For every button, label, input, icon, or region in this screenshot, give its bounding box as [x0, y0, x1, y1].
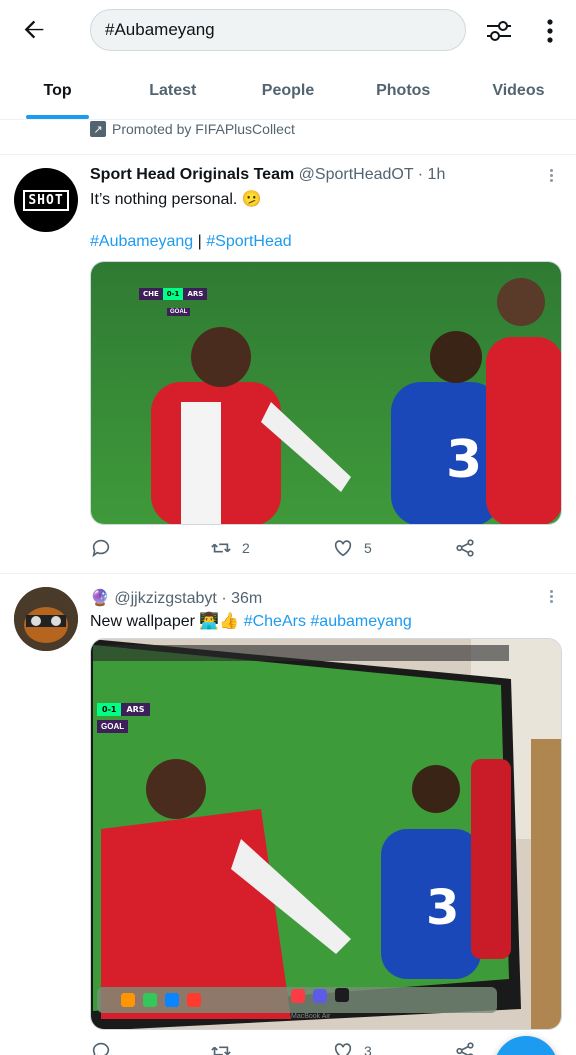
tweet-text-line: New wallpaper 👨‍💻👍 #CheArs #aubameyang: [90, 611, 412, 631]
promoted-arrow-icon: ↗: [90, 121, 106, 137]
tweet-actions: 3: [90, 1040, 490, 1055]
tweet-text: It’s nothing personal. 🫤: [90, 191, 262, 208]
promoted-label[interactable]: ↗ Promoted by FIFAPlusCollect: [90, 121, 295, 137]
tweet-media-image[interactable]: 3 0-1 ARS GOAL MacBook Air: [90, 638, 562, 1030]
avatar[interactable]: [14, 587, 78, 651]
comment-icon: [92, 539, 110, 558]
retweet-count: 2: [242, 540, 250, 556]
search-input[interactable]: #Aubameyang: [90, 9, 466, 51]
sliders-icon[interactable]: [484, 16, 514, 46]
tab-people[interactable]: People: [230, 64, 345, 119]
tab-latest[interactable]: Latest: [115, 64, 230, 119]
share-icon: [456, 539, 474, 557]
tweet-time: · 1h: [417, 166, 446, 183]
reply-button[interactable]: [90, 537, 112, 559]
like-button[interactable]: 3: [332, 1040, 372, 1055]
hashtag-separator: |: [197, 233, 202, 250]
goal-banner: GOAL: [97, 720, 129, 733]
hashtag-link[interactable]: #SportHead: [206, 233, 291, 250]
tweet-actions: 2 5: [90, 537, 490, 561]
tab-label: Latest: [149, 82, 197, 99]
retweet-button[interactable]: 2: [210, 537, 250, 559]
retweet-icon: [211, 543, 231, 553]
tab-label: Photos: [376, 82, 431, 99]
hashtag-link[interactable]: #aubameyang: [310, 613, 411, 630]
like-count: 3: [364, 1043, 372, 1055]
heart-icon: [334, 540, 352, 557]
author-handle[interactable]: @jjkzizgstabyt: [114, 590, 217, 607]
user-badge-icon: 🔮: [90, 590, 110, 607]
search-query: #Aubameyang: [105, 20, 215, 39]
tweet-hashtags: #Aubameyang | #SportHead: [90, 233, 292, 251]
tab-label: Top: [43, 82, 72, 99]
tab-top[interactable]: Top: [0, 64, 115, 119]
vertical-dots-icon[interactable]: [538, 16, 562, 46]
laptop-label: MacBook Air: [291, 1013, 331, 1020]
scoreboard: 0-1 ARS GOAL: [97, 703, 150, 734]
comment-icon: [92, 1042, 110, 1055]
tweet-more-icon[interactable]: [548, 588, 554, 606]
author-name[interactable]: Sport Head Originals Team: [90, 166, 294, 183]
avatar-logo-text: SHOT: [23, 189, 69, 211]
tweet-more-icon[interactable]: [548, 167, 554, 185]
promoted-text: Promoted by FIFAPlusCollect: [112, 121, 295, 137]
tab-videos[interactable]: Videos: [461, 64, 576, 119]
avatar[interactable]: SHOT: [14, 168, 78, 232]
like-button[interactable]: 5: [332, 537, 372, 559]
top-bar: #Aubameyang: [0, 0, 576, 62]
tab-photos[interactable]: Photos: [346, 64, 461, 119]
hashtag-link[interactable]: #Aubameyang: [90, 233, 193, 250]
score-value: 0-1: [162, 288, 184, 300]
back-arrow-icon[interactable]: [20, 16, 48, 44]
active-tab-indicator: [26, 115, 90, 119]
retweet-button[interactable]: [210, 1040, 232, 1055]
author-handle[interactable]: @SportHeadOT: [299, 166, 414, 183]
svg-text:3: 3: [426, 880, 459, 936]
tweet-time: · 36m: [221, 590, 263, 607]
svg-text:3: 3: [446, 430, 482, 490]
heart-icon: [334, 1043, 352, 1055]
score-home: CHE: [139, 288, 163, 300]
share-button[interactable]: [454, 537, 476, 559]
tweet-media-image[interactable]: 3 CHE 0-1 ARS GOAL: [90, 261, 562, 525]
tab-label: People: [261, 82, 315, 99]
tweet-card[interactable]: SHOT Sport Head Originals Team @SportHea…: [0, 155, 576, 573]
like-count: 5: [364, 540, 372, 556]
share-icon: [456, 1042, 474, 1055]
search-tabs: Top Latest People Photos Videos: [0, 64, 576, 120]
tweet-text: New wallpaper 👨‍💻👍: [90, 613, 240, 630]
tweet-card[interactable]: 🔮 @jjkzizgstabyt · 36m New wallpaper 👨‍💻…: [0, 574, 576, 1055]
reply-button[interactable]: [90, 1040, 112, 1055]
share-button[interactable]: [454, 1040, 476, 1055]
scoreboard: CHE 0-1 ARS GOAL: [139, 288, 217, 316]
tab-label: Videos: [492, 82, 545, 99]
tweet-header: 🔮 @jjkzizgstabyt · 36m: [90, 588, 262, 608]
goal-banner: GOAL: [167, 308, 191, 316]
score-away: ARS: [183, 288, 208, 300]
retweet-icon: [211, 1046, 231, 1055]
tweet-header: Sport Head Originals Team @SportHeadOT ·…: [90, 166, 445, 184]
score-away: ARS: [121, 703, 150, 716]
score-value: 0-1: [97, 703, 122, 716]
hashtag-link[interactable]: #CheArs: [244, 613, 306, 630]
